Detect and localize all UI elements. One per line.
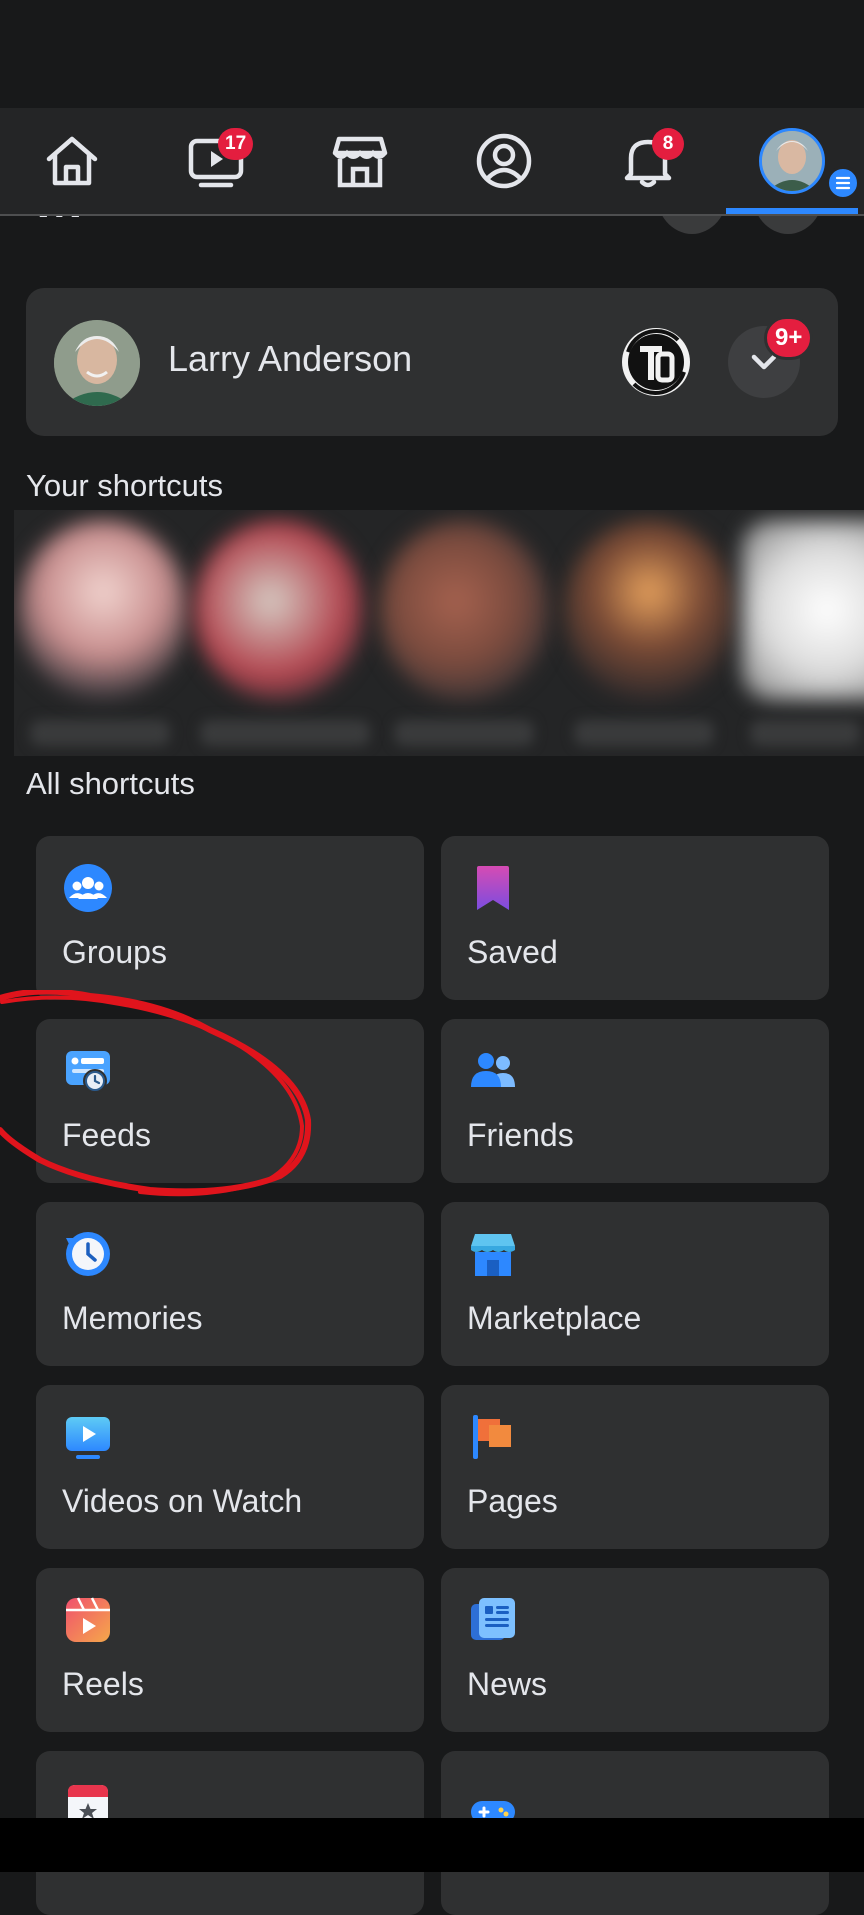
- tile-groups[interactable]: Groups: [36, 836, 424, 1000]
- shortcut-item[interactable]: [18, 520, 188, 700]
- shortcut-label: [200, 720, 370, 746]
- tile-label: Reels: [62, 1666, 144, 1702]
- nav-notifications[interactable]: [576, 108, 720, 214]
- tile-feeds[interactable]: Feeds: [36, 1019, 424, 1183]
- marketplace-icon: [332, 136, 388, 188]
- tile-pages[interactable]: Pages: [441, 1385, 829, 1549]
- profile-icon: [476, 133, 532, 189]
- tile-videos-on-watch[interactable]: Videos on Watch: [36, 1385, 424, 1549]
- marketplace-icon: [471, 1234, 515, 1276]
- shortcut-label: [574, 720, 714, 746]
- all-shortcuts-heading: All shortcuts: [26, 766, 195, 801]
- top-nav-bar: 17 8: [0, 108, 864, 216]
- menu-lines-icon: [826, 166, 860, 200]
- saved-icon: [477, 866, 509, 910]
- tile-memories[interactable]: Memories: [36, 1202, 424, 1366]
- notifications-badge: 8: [652, 128, 684, 160]
- feeds-icon: [66, 1051, 110, 1093]
- tile-label: Saved: [467, 934, 558, 970]
- profile-avatar[interactable]: [54, 320, 140, 406]
- memories-icon: [66, 1232, 110, 1276]
- your-shortcuts-strip[interactable]: [14, 510, 864, 756]
- tile-label: Groups: [62, 934, 167, 970]
- reels-icon: [66, 1597, 110, 1642]
- friends-icon: [471, 1053, 515, 1087]
- tile-saved[interactable]: Saved: [441, 836, 829, 1000]
- tile-label: Marketplace: [467, 1300, 642, 1336]
- tile-news[interactable]: News: [441, 1568, 829, 1732]
- tile-friends[interactable]: Friends: [441, 1019, 829, 1183]
- tile-label: Memories: [62, 1300, 203, 1336]
- shortcut-item[interactable]: [564, 520, 734, 700]
- video-badge: 17: [218, 128, 254, 160]
- shortcut-item[interactable]: [194, 520, 364, 700]
- shortcut-label: [750, 720, 860, 746]
- menu-avatar: [759, 128, 825, 194]
- nav-home[interactable]: [0, 108, 144, 214]
- profile-card[interactable]: Larry Anderson 9+: [26, 288, 838, 436]
- tile-label: Friends: [467, 1117, 574, 1153]
- home-icon: [46, 136, 98, 186]
- nav-marketplace[interactable]: [288, 108, 432, 214]
- tile-marketplace[interactable]: Marketplace: [441, 1202, 829, 1366]
- shortcut-item[interactable]: [379, 520, 549, 700]
- video-icon: [66, 1417, 110, 1459]
- active-tab-indicator: [726, 208, 858, 214]
- shortcut-label: [394, 720, 534, 746]
- tile-reels[interactable]: Reels: [36, 1568, 424, 1732]
- your-shortcuts-heading: Your shortcuts: [26, 468, 224, 503]
- tile-label: Feeds: [62, 1117, 151, 1153]
- news-icon: [471, 1598, 515, 1640]
- profile-switch-badge: 9+: [764, 316, 814, 360]
- nav-profile[interactable]: [432, 108, 576, 214]
- nav-video[interactable]: [144, 108, 288, 214]
- profile-name: Larry Anderson: [168, 338, 413, 379]
- status-bar: [0, 0, 864, 108]
- shortcut-label: [30, 720, 170, 746]
- page-logo-icon[interactable]: [618, 324, 694, 400]
- shortcut-item[interactable]: [742, 520, 864, 700]
- groups-icon: [64, 864, 112, 912]
- tile-label: Videos on Watch: [62, 1483, 303, 1519]
- tile-label: Pages: [467, 1483, 558, 1519]
- tile-label: News: [467, 1666, 548, 1702]
- system-bottom-bar: [0, 1818, 864, 1872]
- pages-icon: [473, 1415, 511, 1459]
